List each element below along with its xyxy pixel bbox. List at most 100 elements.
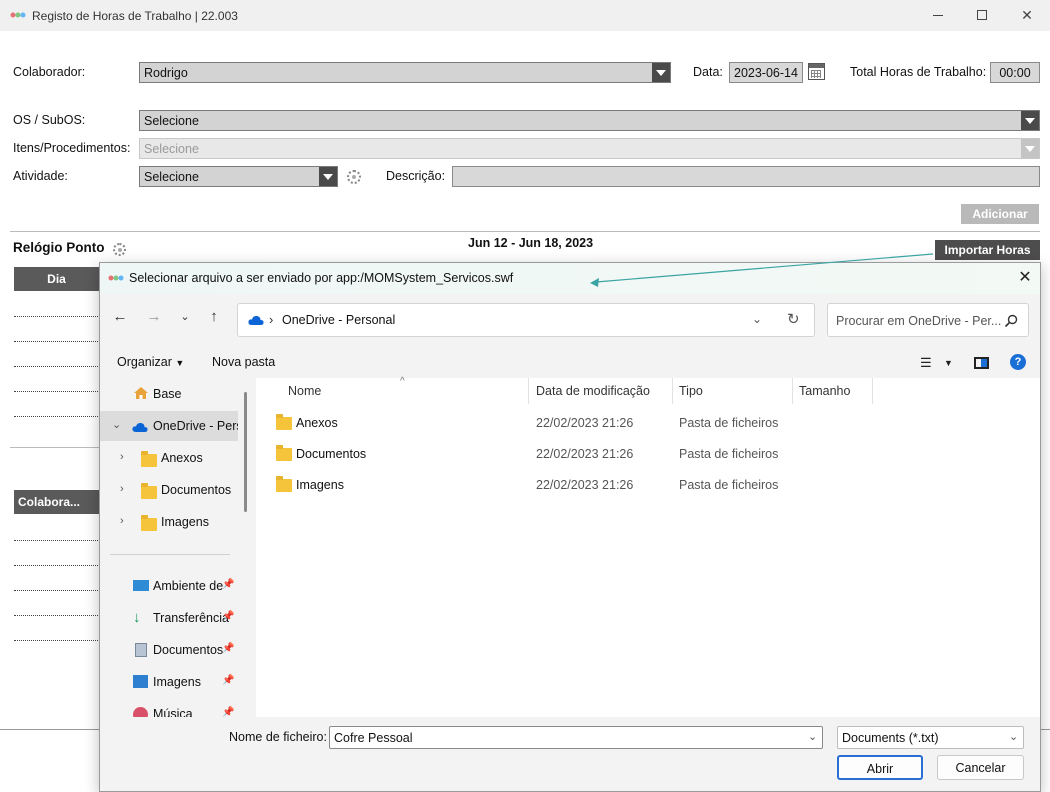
atividade-select[interactable]: Selecione xyxy=(139,166,338,187)
filename-label: Nome de ficheiro: xyxy=(229,730,327,744)
file-list: ^ Nome Data de modificação Tipo Tamanho … xyxy=(256,376,1040,717)
file-type: Pasta de ficheiros xyxy=(679,447,779,461)
colaborador-select[interactable]: Rodrigo xyxy=(139,62,671,83)
importar-horas-button[interactable]: Importar Horas xyxy=(935,240,1040,260)
refresh-icon[interactable]: ↻ xyxy=(787,310,800,328)
column-header-dia: Dia xyxy=(14,267,99,291)
chevron-down-icon: ⌄ xyxy=(112,419,122,431)
nav-scrollbar[interactable] xyxy=(244,392,247,512)
descricao-field[interactable] xyxy=(452,166,1040,187)
nav-item-documentos[interactable]: › Documentos xyxy=(100,475,238,505)
pin-icon: 📌 xyxy=(222,611,235,622)
address-bar[interactable]: › OneDrive - Personal ⌄ ↻ xyxy=(237,303,815,337)
divider xyxy=(10,231,1040,232)
file-date: 22/02/2023 21:26 xyxy=(536,416,634,430)
pin-icon: 📌 xyxy=(222,707,235,717)
file-row[interactable]: Anexos 22/02/2023 21:26 Pasta de ficheir… xyxy=(256,408,856,438)
folder-icon xyxy=(141,451,157,467)
filetype-select[interactable]: Documents (*.txt) xyxy=(837,726,1024,749)
dialog-title: Selecionar arquivo a ser enviado por app… xyxy=(129,271,514,285)
new-folder-button[interactable]: Nova pasta xyxy=(212,355,275,369)
column-header-date[interactable]: Data de modificação xyxy=(536,384,650,398)
nav-item-label: Documentos xyxy=(153,643,224,657)
nav-item-downloads[interactable]: ↓ Transferência 📌 xyxy=(100,603,238,633)
os-value: Selecione xyxy=(144,114,199,128)
maximize-button[interactable] xyxy=(962,4,1002,26)
adicionar-button[interactable]: Adicionar xyxy=(961,204,1039,224)
nav-item-base[interactable]: Base xyxy=(100,379,238,409)
view-list-icon[interactable]: ☰ xyxy=(920,355,932,371)
navigation-pane: Base ⌄ OneDrive - Personal › Anexos › Do… xyxy=(100,378,248,717)
column-separator[interactable] xyxy=(872,378,873,404)
chevron-down-icon: ▼ xyxy=(175,358,185,368)
row-divider xyxy=(14,590,98,591)
chevron-down-icon[interactable]: ⌄ xyxy=(808,730,817,743)
minimize-button[interactable] xyxy=(918,4,958,26)
row-divider xyxy=(14,565,98,566)
up-arrow-icon[interactable]: ↑ xyxy=(203,306,225,328)
column-separator[interactable] xyxy=(672,378,673,404)
preview-pane-icon[interactable] xyxy=(974,357,989,369)
filetype-value: Documents (*.txt) xyxy=(842,731,939,745)
filename-input[interactable]: Cofre Pessoal xyxy=(329,726,823,749)
row-divider xyxy=(14,416,98,417)
nav-item-documents[interactable]: Documentos 📌 xyxy=(100,635,238,665)
chevron-down-icon[interactable]: ⌄ xyxy=(1009,730,1018,743)
folder-icon xyxy=(276,476,292,492)
column-separator[interactable] xyxy=(528,378,529,404)
cancel-button[interactable]: Cancelar xyxy=(937,755,1024,780)
folder-icon xyxy=(141,515,157,531)
search-icon[interactable] xyxy=(1003,313,1019,329)
filename-value: Cofre Pessoal xyxy=(334,731,413,745)
date-field[interactable]: 2023-06-14 xyxy=(729,62,803,83)
gear-icon[interactable] xyxy=(113,243,126,256)
file-row[interactable]: Documentos 22/02/2023 21:26 Pasta de fic… xyxy=(256,439,856,469)
file-name: Imagens xyxy=(296,478,344,492)
itens-value: Selecione xyxy=(144,142,199,156)
dialog-close-button[interactable]: ✕ xyxy=(1016,269,1034,287)
nav-item-music[interactable]: Música 📌 xyxy=(100,699,238,717)
column-header-size[interactable]: Tamanho xyxy=(799,384,850,398)
itens-select[interactable]: Selecione xyxy=(139,138,1040,159)
calendar-icon[interactable] xyxy=(808,63,825,80)
chevron-down-icon[interactable]: ⌄ xyxy=(174,306,196,328)
os-label: OS / SubOS: xyxy=(13,113,86,127)
organize-menu[interactable]: Organizar ▼ xyxy=(117,355,184,369)
chevron-right-icon: › xyxy=(120,451,124,463)
search-box[interactable]: Procurar em OneDrive - Per... xyxy=(827,303,1029,337)
app-logo-icon xyxy=(10,12,26,18)
nav-item-onedrive[interactable]: ⌄ OneDrive - Personal xyxy=(100,411,238,441)
nav-item-pictures[interactable]: Imagens 📌 xyxy=(100,667,238,697)
address-text[interactable]: OneDrive - Personal xyxy=(282,313,395,327)
back-arrow-icon[interactable]: ← xyxy=(109,306,131,328)
column-separator[interactable] xyxy=(792,378,793,404)
data-label: Data: xyxy=(693,65,723,79)
os-select[interactable]: Selecione xyxy=(139,110,1040,131)
open-button[interactable]: Abrir xyxy=(837,755,923,780)
nav-item-label: OneDrive - Personal xyxy=(153,419,238,433)
column-header-type[interactable]: Tipo xyxy=(679,384,703,398)
nav-item-label: Imagens xyxy=(161,515,209,529)
week-range: Jun 12 - Jun 18, 2023 xyxy=(468,236,594,250)
file-row[interactable]: Imagens 22/02/2023 21:26 Pasta de fichei… xyxy=(256,470,856,500)
chevron-down-icon[interactable]: ▼ xyxy=(944,358,953,368)
total-value: 00:00 xyxy=(999,66,1031,80)
chevron-right-icon: › xyxy=(120,483,124,495)
nav-item-desktop[interactable]: Ambiente de 📌 xyxy=(100,571,238,601)
close-button[interactable]: ✕ xyxy=(1007,4,1047,26)
chevron-down-icon[interactable]: ⌄ xyxy=(752,312,762,326)
nav-item-anexos[interactable]: › Anexos xyxy=(100,443,238,473)
pictures-icon xyxy=(133,675,148,688)
column-header-name[interactable]: Nome xyxy=(288,384,321,398)
forward-arrow-icon[interactable]: → xyxy=(143,306,165,328)
help-icon[interactable]: ? xyxy=(1010,354,1026,370)
total-label: Total Horas de Trabalho: xyxy=(850,65,987,79)
pin-icon: 📌 xyxy=(222,579,235,590)
search-input[interactable]: Procurar em OneDrive - Per... xyxy=(836,314,1001,328)
gear-icon[interactable] xyxy=(347,170,361,184)
row-divider xyxy=(14,341,98,342)
nav-divider xyxy=(110,554,230,555)
nav-item-imagens[interactable]: › Imagens xyxy=(100,507,238,537)
file-name: Anexos xyxy=(296,416,338,430)
relogio-heading: Relógio Ponto xyxy=(13,240,105,255)
